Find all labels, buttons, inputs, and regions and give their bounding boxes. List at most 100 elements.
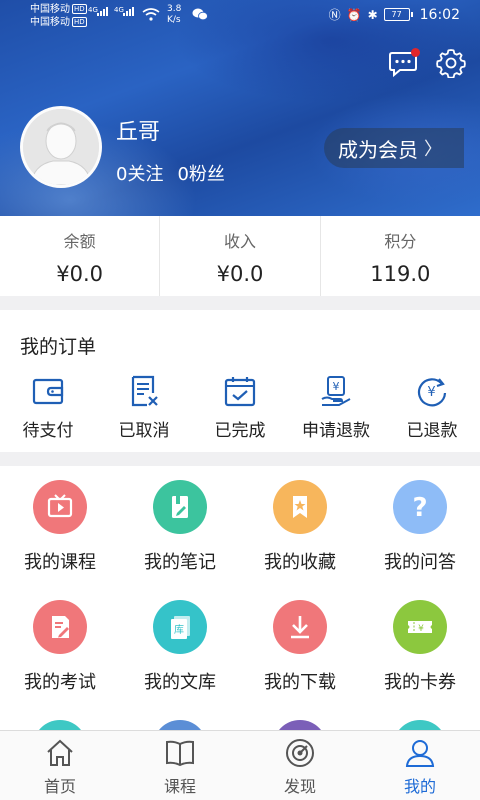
profile-icon: [405, 740, 435, 767]
svg-text:¥: ¥: [418, 624, 424, 634]
order-cancelled[interactable]: 已取消: [96, 374, 192, 441]
order-refunded[interactable]: ¥ 已退款: [384, 374, 480, 441]
avatar-placeholder-icon: [23, 109, 99, 185]
stat-value: ¥0.0: [216, 262, 264, 286]
notes-icon: [153, 480, 207, 534]
grid-my-notes[interactable]: 我的笔记: [120, 480, 240, 574]
grid-item-partial[interactable]: [0, 720, 120, 730]
order-label: 申请退款: [302, 421, 370, 441]
grid-label: 我的下载: [264, 672, 336, 693]
status-bar: 中国移动 HD 中国移动 HD 4G 4G 3.8 K/s Ⓝ ⏰ ✱ 77 16:…: [0, 0, 480, 34]
wechat-icon: [192, 8, 208, 21]
grid-my-favorites[interactable]: 我的收藏: [240, 480, 360, 574]
grid-row: 我的考试 库 我的文库 我的下载 ¥ 我的卡券: [0, 600, 480, 694]
course-play-icon: [33, 480, 87, 534]
grid-my-courses[interactable]: 我的课程: [0, 480, 120, 574]
section-divider: [0, 452, 480, 466]
stat-value: 119.0: [370, 262, 431, 286]
exam-icon: [33, 600, 87, 654]
alarm-icon: ⏰: [346, 7, 362, 22]
stat-label: 余额: [63, 232, 96, 251]
grid-item-partial[interactable]: [360, 720, 480, 730]
svg-text:库: 库: [174, 623, 184, 636]
stat-income[interactable]: 收入 ¥0.0: [160, 216, 321, 296]
book-icon: [166, 740, 194, 767]
carrier-2: 中国移动: [30, 17, 70, 28]
tab-label: 我的: [403, 777, 436, 796]
svg-text:¥: ¥: [333, 380, 340, 393]
grid-my-exams[interactable]: 我的考试: [0, 600, 120, 694]
following-count[interactable]: 0关注: [116, 160, 163, 186]
order-label: 待支付: [22, 421, 74, 441]
grid-my-coupons[interactable]: ¥ 我的卡券: [360, 600, 480, 694]
order-label: 已取消: [118, 421, 170, 441]
notification-dot: [411, 48, 420, 57]
order-label: 已完成: [214, 421, 266, 441]
svg-text:?: ?: [412, 493, 427, 522]
partial-feature-icon: [33, 720, 87, 730]
grid-label: 我的收藏: [264, 552, 336, 573]
section-divider: [0, 296, 480, 310]
signal-icon: [123, 7, 134, 16]
order-refund-request[interactable]: ¥ 申请退款: [288, 374, 384, 441]
grid-label: 我的课程: [24, 552, 96, 573]
network-speed: 3.8 K/s: [167, 4, 181, 26]
become-vip-button[interactable]: 成为会员 〉: [324, 128, 464, 168]
order-label: 已退款: [406, 421, 458, 441]
question-icon: ?: [393, 480, 447, 534]
chevron-right-icon: 〉: [424, 139, 442, 160]
followers-count[interactable]: 0粉丝: [177, 160, 224, 186]
cancelled-doc-icon: [131, 375, 158, 407]
tab-label: 发现: [283, 777, 316, 796]
wifi-icon: [142, 8, 160, 21]
grid-label: 我的笔记: [144, 552, 216, 573]
bluetooth-icon: ✱: [367, 7, 378, 22]
grid-item-partial[interactable]: [240, 720, 360, 730]
stat-balance[interactable]: 余额 ¥0.0: [0, 216, 161, 296]
hd-badge: HD: [72, 17, 87, 27]
grid-my-library[interactable]: 库 我的文库: [120, 600, 240, 694]
stat-label: 收入: [223, 232, 256, 251]
signal-icon: [97, 7, 108, 16]
message-button[interactable]: [388, 48, 420, 78]
discover-icon: [286, 739, 314, 767]
grid-item-partial[interactable]: [120, 720, 240, 730]
tab-home[interactable]: 首页: [0, 731, 120, 800]
order-pending-payment[interactable]: 待支付: [0, 374, 96, 441]
home-icon: [47, 739, 73, 766]
status-right: Ⓝ ⏰ ✱ 77 16:02: [329, 6, 460, 23]
tab-discover[interactable]: 发现: [240, 731, 360, 800]
gear-icon[interactable]: [436, 48, 466, 78]
nfc-icon: Ⓝ: [328, 8, 341, 22]
follow-stats: 0关注 0粉丝: [116, 160, 225, 186]
order-completed[interactable]: 已完成: [192, 374, 288, 441]
refund-request-icon: ¥: [321, 376, 351, 406]
avatar[interactable]: [20, 106, 102, 188]
grid-label: 我的文库: [144, 672, 216, 693]
partial-feature-icon: [273, 720, 327, 730]
order-status-row: 待支付 已取消 已完成 ¥ 申请退款 ¥ 已退款: [0, 374, 480, 441]
coupon-icon: ¥: [393, 600, 447, 654]
tab-label: 课程: [163, 777, 196, 796]
stat-label: 积分: [384, 232, 417, 251]
refunded-icon: ¥: [417, 378, 447, 407]
grid-row: 我的课程 我的笔记 我的收藏 ? 我的问答: [0, 480, 480, 574]
tab-profile[interactable]: 我的: [360, 731, 480, 800]
completed-check-icon: [224, 377, 256, 407]
tab-courses[interactable]: 课程: [120, 731, 240, 800]
grid-my-qa[interactable]: ? 我的问答: [360, 480, 480, 574]
profile-header: 中国移动 HD 中国移动 HD 4G 4G 3.8 K/s Ⓝ ⏰ ✱ 77 16:…: [0, 0, 480, 216]
clock: 16:02: [419, 6, 460, 23]
grid-row-partial: [0, 720, 480, 730]
speed-value: 3.8: [167, 4, 182, 14]
grid-label: 我的考试: [24, 672, 96, 693]
speed-unit: K/s: [167, 15, 181, 25]
grid-my-downloads[interactable]: 我的下载: [240, 600, 360, 694]
account-stats: 余额 ¥0.0 收入 ¥0.0 积分 119.0: [0, 216, 480, 296]
carrier-1: 中国移动: [30, 4, 70, 15]
download-icon: [273, 600, 327, 654]
tab-label: 首页: [43, 777, 76, 796]
stat-points[interactable]: 积分 119.0: [321, 216, 480, 296]
library-icon: 库: [153, 600, 207, 654]
wallet-icon: [32, 378, 64, 405]
